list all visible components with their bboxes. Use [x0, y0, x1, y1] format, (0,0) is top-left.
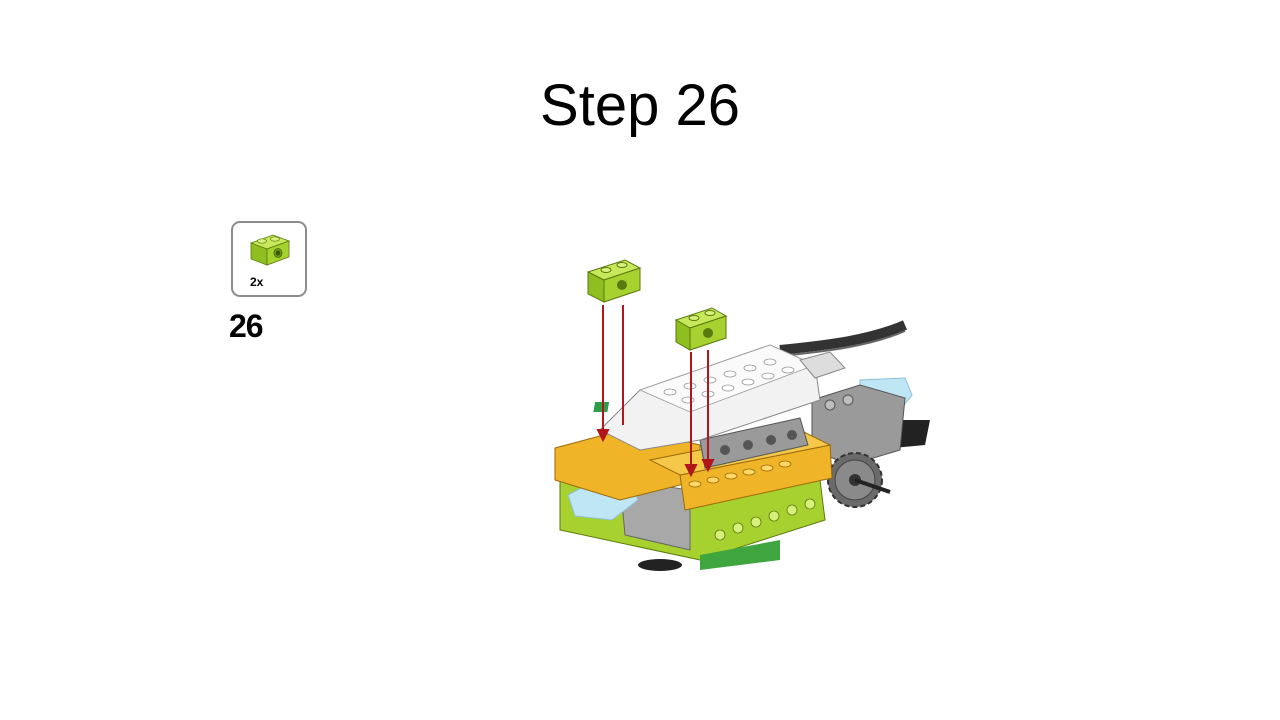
slide-title: Step 26: [540, 73, 740, 138]
lime-brick-left: [586, 259, 642, 303]
step-number: 26: [229, 308, 264, 344]
lime-brick-right: [674, 307, 728, 351]
parts-callout: 2x: [231, 221, 307, 297]
lime-brick-1x2-icon: [249, 234, 291, 266]
parts-quantity: 2x: [250, 275, 264, 289]
lego-model-illustration: [554, 259, 930, 571]
